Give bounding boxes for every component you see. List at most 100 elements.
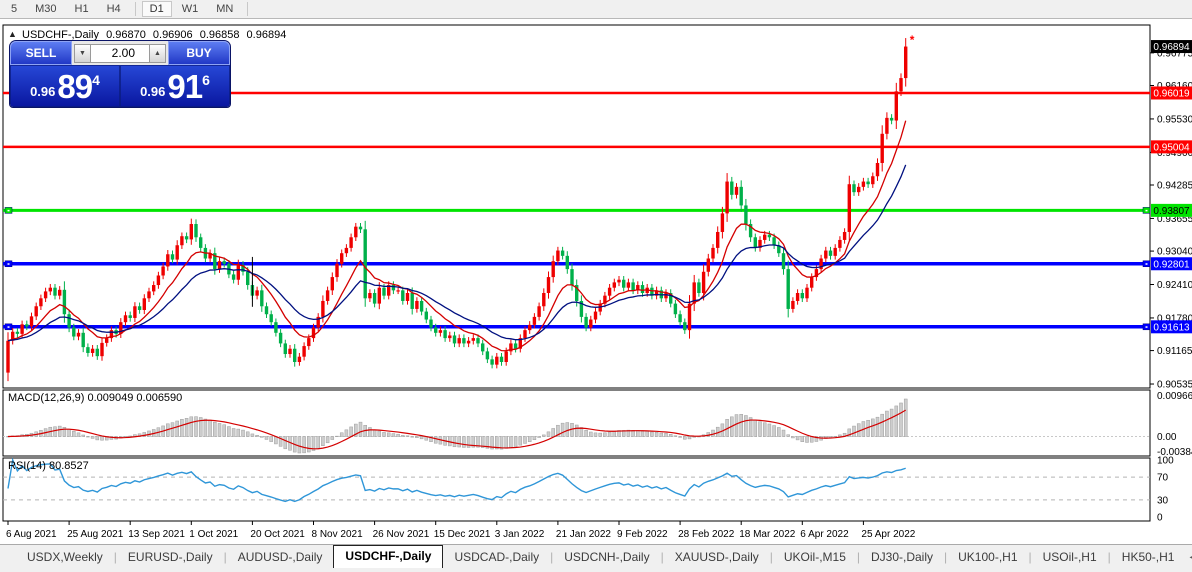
chart-tab-usdcad-daily[interactable]: USDCAD-,Daily: [443, 547, 550, 568]
line-handle-dot: [8, 210, 10, 212]
chart-ohlc-header: USDCHF-,Daily 0.96870 0.96906 0.96858 0.…: [22, 29, 290, 41]
macd-histogram-bar: [453, 437, 456, 447]
candle-body: [420, 301, 423, 312]
candle-body: [194, 224, 197, 237]
candle-body: [523, 330, 526, 338]
macd-histogram-bar: [777, 427, 780, 436]
candle-body: [467, 341, 470, 344]
volume-input[interactable]: 2.00: [91, 44, 149, 63]
line-handle-dot: [8, 326, 10, 328]
candle-body: [138, 306, 141, 310]
panel-border[interactable]: [3, 458, 1150, 521]
chart-tab-eurusd-daily[interactable]: EURUSD-,Daily: [117, 547, 224, 568]
candle-body: [547, 277, 550, 293]
chart-tab-dj30-daily[interactable]: DJ30-,Daily: [860, 547, 944, 568]
macd-histogram-bar: [204, 419, 207, 436]
macd-histogram-bar: [321, 437, 324, 446]
sell-price[interactable]: 0.96 89 4: [11, 66, 119, 106]
candle-body: [594, 312, 597, 320]
candle-body: [246, 272, 249, 285]
chart-tab-usoil-h1[interactable]: USOil-,H1: [1032, 547, 1108, 568]
timeframe-button-d1[interactable]: D1: [142, 1, 172, 17]
candle-body: [425, 312, 428, 320]
macd-histogram-bar: [660, 433, 663, 436]
candle-body: [608, 288, 611, 296]
macd-histogram-bar: [580, 428, 583, 437]
timeframe-button-5[interactable]: 5: [3, 1, 25, 17]
status-strip: [0, 568, 1192, 572]
candle-body: [72, 328, 75, 337]
chart-tab-audusd-daily[interactable]: AUDUSD-,Daily: [227, 547, 334, 568]
macd-histogram-bar: [91, 437, 94, 439]
candle-body: [152, 285, 155, 291]
macd-histogram-bar: [458, 437, 461, 448]
collapse-panel-icon[interactable]: ▲: [8, 29, 17, 39]
buy-button[interactable]: BUY: [168, 41, 230, 65]
macd-histogram-bar: [195, 417, 198, 437]
candle-body: [44, 291, 47, 298]
chart-tab-usdchf-daily[interactable]: USDCHF-,Daily: [333, 545, 443, 568]
candle-body: [288, 349, 291, 354]
buy-price[interactable]: 0.96 91 6: [121, 66, 229, 106]
sell-button[interactable]: SELL: [10, 41, 72, 65]
macd-histogram-bar: [838, 435, 841, 437]
candle-body: [443, 330, 446, 338]
chart-tab-xauusd-daily[interactable]: XAUUSD-,Daily: [664, 547, 770, 568]
candle-body: [716, 232, 719, 248]
rsi-axis-label: 70: [1157, 473, 1169, 484]
candle-body: [77, 333, 80, 337]
timeframe-toolbar: 5M30H1H4 D1W1MN: [0, 0, 1192, 19]
candle-body: [368, 293, 371, 298]
candle-body: [49, 288, 52, 292]
candle-body: [143, 298, 146, 310]
macd-histogram-bar: [350, 427, 353, 437]
macd-histogram-bar: [608, 432, 611, 436]
candle-body: [340, 253, 343, 264]
candle-body: [302, 346, 305, 357]
macd-histogram-bar: [373, 430, 376, 437]
macd-histogram-bar: [270, 437, 273, 442]
candle-body: [533, 317, 536, 325]
macd-histogram-bar: [401, 435, 404, 436]
timeframe-button-mn[interactable]: MN: [208, 1, 241, 17]
candle-body: [382, 288, 385, 296]
candle-body: [232, 274, 235, 279]
candle-body: [53, 288, 56, 296]
candle-body: [561, 251, 564, 256]
candle-body: [255, 290, 258, 295]
macd-histogram-bar: [223, 425, 226, 437]
macd-histogram-bar: [857, 424, 860, 437]
candle-body: [866, 182, 869, 185]
macd-histogram-bar: [552, 428, 555, 436]
candle-body: [688, 304, 691, 331]
tab-scroll-left-icon[interactable]: ◂: [1185, 549, 1192, 568]
candle-body: [265, 306, 268, 314]
macd-histogram-bar: [655, 432, 658, 436]
macd-histogram-bar: [890, 409, 893, 436]
symbol-title: USDCHF-,Daily: [22, 29, 99, 41]
candle-body: [754, 237, 757, 248]
macd-histogram-bar: [232, 428, 235, 436]
candle-body: [129, 315, 132, 318]
timeframe-button-m30[interactable]: M30: [27, 1, 64, 17]
candle-body: [763, 235, 766, 240]
chart-tab-bar: USDX,Weekly|EURUSD-,Daily|AUDUSD-,DailyU…: [0, 544, 1192, 568]
chart-area[interactable]: 0.967750.961600.955300.949000.942850.936…: [0, 19, 1192, 544]
chart-tab-uk100-h1[interactable]: UK100-,H1: [947, 547, 1028, 568]
candle-body: [448, 335, 451, 338]
timeframe-button-h1[interactable]: H1: [67, 1, 97, 17]
chart-tab-ukoil-m15[interactable]: UKOil-,M15: [773, 547, 857, 568]
chart-tab-usdcnh-daily[interactable]: USDCNH-,Daily: [553, 547, 660, 568]
candle-body: [439, 330, 442, 333]
chart-tab-usdx-weekly[interactable]: USDX,Weekly: [16, 547, 114, 568]
price-axis-label: 0.93040: [1157, 247, 1192, 258]
volume-decrease-button[interactable]: ▼: [74, 44, 91, 63]
chart-tab-hk50-h1[interactable]: HK50-,H1: [1111, 547, 1186, 568]
candle-body: [500, 357, 503, 362]
timeframe-button-w1[interactable]: W1: [174, 1, 207, 17]
candle-body: [260, 290, 263, 306]
timeframe-button-h4[interactable]: H4: [99, 1, 129, 17]
volume-increase-button[interactable]: ▲: [149, 44, 166, 63]
macd-histogram-bar: [392, 434, 395, 437]
candle-body: [274, 322, 277, 333]
